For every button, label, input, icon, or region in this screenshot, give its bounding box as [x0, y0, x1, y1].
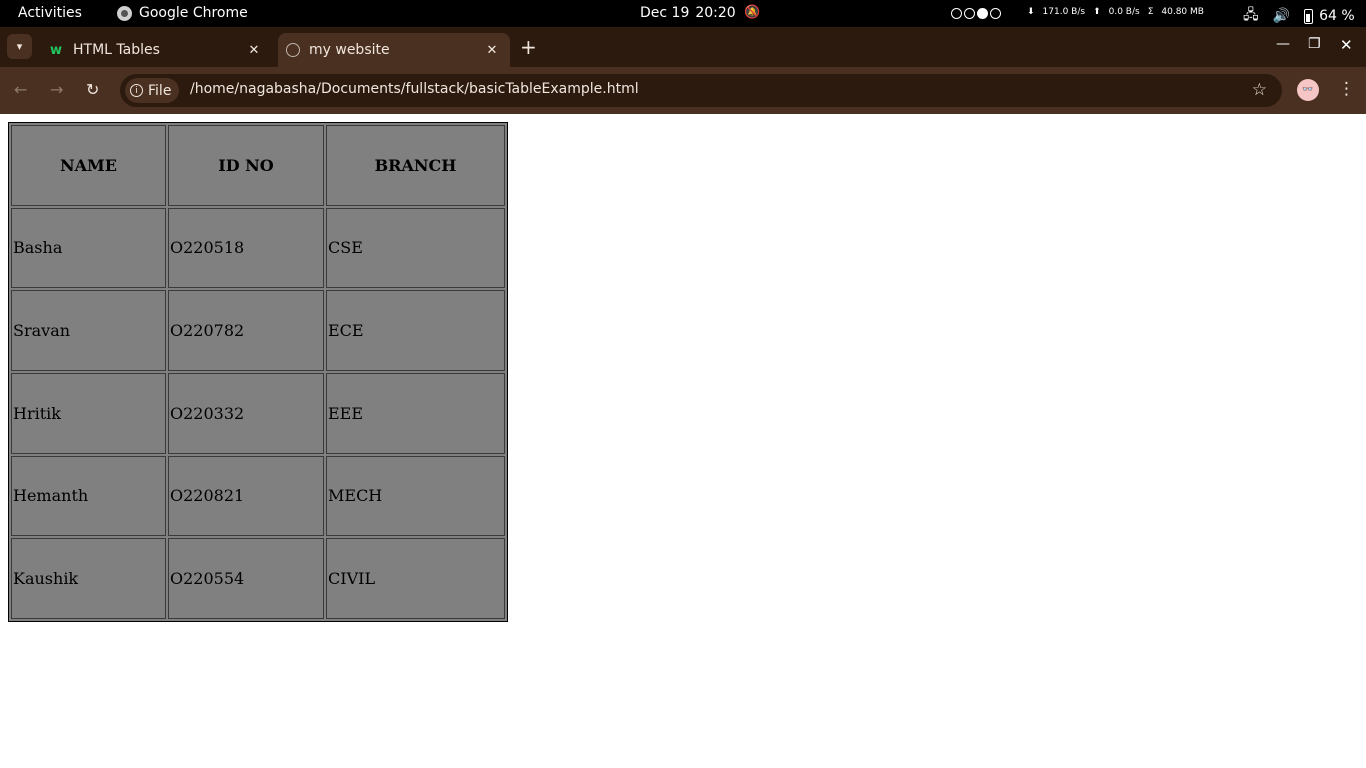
tab-title: HTML Tables [73, 42, 160, 58]
battery-percent: 64 % [1319, 8, 1355, 24]
profile-avatar[interactable]: 👓 [1297, 79, 1319, 101]
tab-html-tables[interactable]: w HTML Tables ✕ [40, 33, 272, 67]
address-bar[interactable]: i File /home/nagabasha/Documents/fullsta… [120, 74, 1282, 107]
forward-arrow-icon[interactable]: → [50, 80, 63, 99]
workspace-dot-active [977, 8, 988, 19]
table-cell: CIVIL [326, 538, 505, 619]
activities-button[interactable]: Activities [18, 5, 82, 21]
globe-icon [286, 43, 300, 57]
chrome-icon [117, 5, 132, 21]
system-menu[interactable]: 🖧 🔊 64 % [1243, 4, 1355, 28]
info-icon: i [130, 84, 143, 97]
net-total: 40.80 MB [1161, 7, 1204, 17]
workspace-dot [990, 8, 1001, 19]
notifications-off-icon: 🔕 [744, 5, 761, 20]
table-row: Sravan O220782 ECE [11, 290, 505, 371]
table-cell: Sravan [11, 290, 166, 371]
network-icon: 🖧 [1243, 7, 1259, 23]
table-row: Hemanth O220821 MECH [11, 455, 505, 537]
table-cell: CSE [326, 207, 505, 289]
back-arrow-icon[interactable]: ← [14, 80, 27, 99]
column-header: BRANCH [326, 125, 505, 206]
table-cell: Hritik [11, 372, 166, 454]
tab-search-button[interactable]: ▾ [7, 34, 32, 59]
clock-date: Dec 19 [640, 5, 690, 21]
table-row: Basha O220518 CSE [11, 207, 505, 289]
tab-strip: ▾ w HTML Tables ✕ my website ✕ + — ❐ ✕ [0, 27, 1366, 67]
tab-my-website[interactable]: my website ✕ [278, 33, 510, 67]
bookmark-star-icon[interactable]: ☆ [1252, 80, 1267, 100]
workspace-dot [964, 8, 975, 19]
glasses-icon: 👓 [1302, 85, 1314, 95]
system-top-bar: Activities Google Chrome Dec 19 20:20 🔕 … [0, 0, 1366, 27]
new-tab-button[interactable]: + [520, 35, 537, 59]
kebab-menu-icon[interactable]: ⋮ [1338, 79, 1355, 99]
table-cell: O220782 [168, 290, 324, 371]
clock-time: 20:20 [695, 5, 736, 21]
table-row: Kaushik O220554 CIVIL [11, 538, 505, 619]
column-header: NAME [11, 125, 166, 206]
table-cell: O220554 [168, 538, 324, 619]
table-cell: O220821 [168, 455, 324, 537]
url-text[interactable]: /home/nagabasha/Documents/fullstack/basi… [190, 81, 639, 97]
battery-icon [1304, 8, 1314, 24]
download-icon: ⬇ [1027, 7, 1035, 17]
net-up: 0.0 B/s [1108, 7, 1140, 17]
table-cell: O220332 [168, 372, 324, 454]
table-cell: ECE [326, 290, 505, 371]
browser-toolbar: ← → ↻ i File /home/nagabasha/Documents/f… [0, 67, 1366, 114]
volume-icon: 🔊 [1272, 8, 1291, 24]
app-menu[interactable]: Google Chrome [117, 5, 248, 21]
student-table: NAME ID NO BRANCH Basha O220518 CSE Srav… [8, 122, 508, 622]
close-tab-icon[interactable]: ✕ [245, 43, 263, 58]
close-window-icon[interactable]: ✕ [1340, 36, 1353, 54]
page-content: NAME ID NO BRANCH Basha O220518 CSE Srav… [0, 114, 1366, 768]
restore-icon[interactable]: ❐ [1308, 36, 1321, 52]
table-cell: Basha [11, 207, 166, 289]
close-tab-icon[interactable]: ✕ [483, 43, 501, 58]
clock[interactable]: Dec 19 20:20 [640, 5, 736, 21]
w3-icon: w [49, 42, 62, 58]
minimize-icon[interactable]: — [1276, 36, 1290, 52]
chevron-down-icon: ▾ [16, 40, 23, 53]
table-row: Hritik O220332 EEE [11, 372, 505, 454]
reload-icon[interactable]: ↻ [86, 80, 99, 99]
site-info-chip[interactable]: i File [125, 78, 180, 103]
app-name: Google Chrome [139, 5, 248, 21]
table-cell: EEE [326, 372, 505, 454]
net-down: 171.0 B/s [1042, 7, 1086, 17]
workspace-dot [951, 8, 962, 19]
tab-title: my website [309, 42, 390, 58]
column-header: ID NO [168, 125, 324, 206]
workspace-indicator[interactable] [951, 8, 1001, 19]
table-cell: O220518 [168, 207, 324, 289]
upload-icon: ⬆ [1093, 7, 1101, 17]
network-speed: ⬇ 171.0 B/s ⬆ 0.0 B/s Σ 40.80 MB [1027, 7, 1204, 17]
table-cell: MECH [326, 455, 505, 537]
table-cell: Hemanth [11, 455, 166, 537]
sigma-icon: Σ [1147, 7, 1154, 17]
table-cell: Kaushik [11, 538, 166, 619]
table-header-row: NAME ID NO BRANCH [11, 125, 505, 206]
chip-label: File [148, 82, 172, 99]
